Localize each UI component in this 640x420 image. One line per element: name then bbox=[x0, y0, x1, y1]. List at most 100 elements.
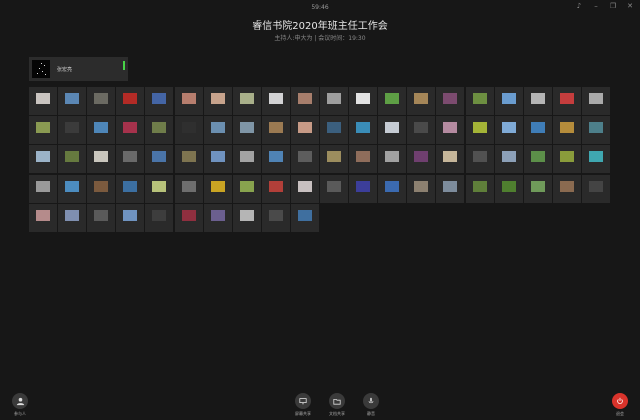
participant-tile[interactable] bbox=[145, 87, 174, 115]
participant-tile[interactable] bbox=[87, 203, 116, 232]
participant-tile[interactable] bbox=[349, 87, 378, 115]
participant-tile[interactable] bbox=[58, 174, 87, 203]
participant-tile[interactable] bbox=[203, 174, 232, 203]
participant-tile[interactable] bbox=[203, 203, 232, 232]
participant-tile[interactable] bbox=[320, 174, 348, 203]
participant-tile[interactable] bbox=[29, 145, 57, 174]
participant-tile[interactable] bbox=[552, 145, 581, 174]
participant-tile[interactable] bbox=[290, 145, 319, 174]
participant-tile[interactable] bbox=[174, 203, 203, 232]
participant-tile[interactable] bbox=[203, 116, 232, 145]
participant-tile[interactable] bbox=[232, 145, 261, 174]
participant-tile[interactable] bbox=[29, 174, 57, 203]
participant-tile[interactable] bbox=[29, 203, 57, 232]
participant-tile[interactable] bbox=[494, 87, 523, 115]
participant-tile[interactable] bbox=[581, 116, 610, 145]
participant-tile[interactable] bbox=[523, 87, 552, 115]
participant-tile[interactable] bbox=[465, 145, 494, 174]
participant-tile[interactable] bbox=[145, 174, 174, 203]
participant-tile[interactable] bbox=[465, 87, 494, 115]
participant-tile[interactable] bbox=[349, 116, 378, 145]
participant-tile[interactable] bbox=[116, 174, 145, 203]
participant-tile[interactable] bbox=[581, 174, 610, 203]
participant-tile[interactable] bbox=[174, 174, 203, 203]
participant-tile[interactable] bbox=[436, 145, 465, 174]
participant-tile[interactable] bbox=[203, 145, 232, 174]
participant-tile[interactable] bbox=[407, 145, 436, 174]
mute-button[interactable]: 静音 bbox=[360, 393, 382, 417]
participant-tile[interactable] bbox=[378, 145, 407, 174]
participant-tile[interactable] bbox=[581, 87, 610, 115]
participant-tile[interactable] bbox=[87, 174, 116, 203]
participant-tile[interactable] bbox=[494, 145, 523, 174]
doc-share-button[interactable]: 文档共享 bbox=[326, 393, 348, 417]
participant-tile[interactable] bbox=[116, 203, 145, 232]
leave-meeting-button[interactable]: 退会 bbox=[611, 393, 629, 417]
participant-tile[interactable] bbox=[378, 174, 407, 203]
participant-tile[interactable] bbox=[87, 87, 116, 115]
participant-tile[interactable] bbox=[174, 87, 203, 115]
participant-tile[interactable] bbox=[378, 87, 407, 115]
participant-tile[interactable] bbox=[174, 145, 203, 174]
participant-tile[interactable] bbox=[58, 87, 87, 115]
participant-tile[interactable] bbox=[465, 174, 494, 203]
participant-tile[interactable] bbox=[523, 145, 552, 174]
participant-tile[interactable] bbox=[261, 145, 290, 174]
participant-tile[interactable] bbox=[523, 116, 552, 145]
participant-tile[interactable] bbox=[320, 116, 348, 145]
participant-tile[interactable] bbox=[378, 116, 407, 145]
participant-tile[interactable] bbox=[436, 174, 465, 203]
close-icon[interactable]: ✕ bbox=[626, 2, 634, 10]
participant-tile[interactable] bbox=[261, 174, 290, 203]
participant-tile[interactable] bbox=[436, 87, 465, 115]
active-speaker-tile[interactable]: 张宏亮 bbox=[29, 57, 128, 81]
screen-share-button[interactable]: 屏幕共享 bbox=[292, 393, 314, 417]
minimize-icon[interactable]: – bbox=[592, 2, 600, 10]
restore-icon[interactable]: ❐ bbox=[609, 2, 617, 10]
participant-tile[interactable] bbox=[87, 145, 116, 174]
participant-tile[interactable] bbox=[116, 116, 145, 145]
participant-tile[interactable] bbox=[116, 145, 145, 174]
participant-tile[interactable] bbox=[320, 87, 348, 115]
participant-tile[interactable] bbox=[290, 174, 319, 203]
participant-tile[interactable] bbox=[552, 174, 581, 203]
participant-tile[interactable] bbox=[407, 174, 436, 203]
participant-tile[interactable] bbox=[552, 116, 581, 145]
bell-icon[interactable]: ♪ bbox=[575, 2, 583, 10]
participant-tile[interactable] bbox=[29, 87, 57, 115]
participant-tile[interactable] bbox=[523, 174, 552, 203]
participant-tile[interactable] bbox=[494, 174, 523, 203]
participant-tile[interactable] bbox=[58, 203, 87, 232]
participant-tile[interactable] bbox=[407, 116, 436, 145]
participant-tile[interactable] bbox=[58, 145, 87, 174]
participant-tile[interactable] bbox=[261, 87, 290, 115]
participant-tile[interactable] bbox=[203, 87, 232, 115]
participant-tile[interactable] bbox=[145, 145, 174, 174]
participant-tile[interactable] bbox=[232, 174, 261, 203]
participant-tile[interactable] bbox=[116, 87, 145, 115]
participant-tile[interactable] bbox=[494, 116, 523, 145]
participant-tile[interactable] bbox=[29, 116, 57, 145]
participant-tile[interactable] bbox=[290, 116, 319, 145]
participant-tile[interactable] bbox=[87, 116, 116, 145]
participant-tile[interactable] bbox=[349, 145, 378, 174]
participant-tile[interactable] bbox=[261, 116, 290, 145]
participant-tile[interactable] bbox=[261, 203, 290, 232]
participant-tile[interactable] bbox=[552, 87, 581, 115]
participant-tile[interactable] bbox=[232, 203, 261, 232]
participant-tile[interactable] bbox=[290, 87, 319, 115]
participant-tile[interactable] bbox=[320, 145, 348, 174]
participant-tile[interactable] bbox=[581, 145, 610, 174]
participant-tile[interactable] bbox=[290, 203, 319, 232]
participant-tile[interactable] bbox=[436, 116, 465, 145]
participant-tile[interactable] bbox=[145, 203, 174, 232]
participant-tile[interactable] bbox=[174, 116, 203, 145]
participant-tile[interactable] bbox=[58, 116, 87, 145]
participant-tile[interactable] bbox=[145, 116, 174, 145]
participant-tile[interactable] bbox=[232, 87, 261, 115]
participant-tile[interactable] bbox=[232, 116, 261, 145]
participant-tile[interactable] bbox=[465, 116, 494, 145]
participant-tile[interactable] bbox=[349, 174, 378, 203]
participant-tile[interactable] bbox=[407, 87, 436, 115]
participants-button[interactable]: 参与人 bbox=[9, 393, 31, 419]
